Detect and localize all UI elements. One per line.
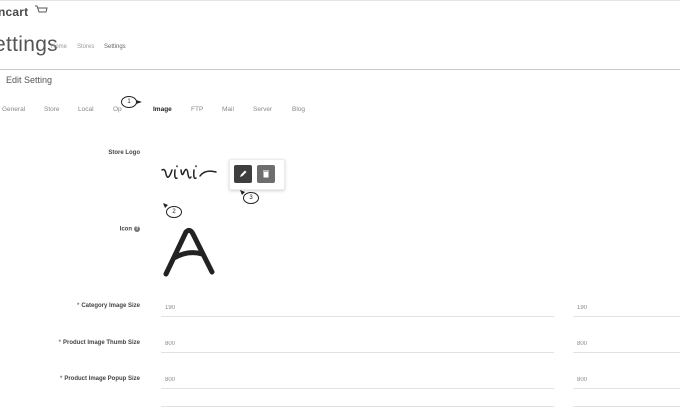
callout-1: 1 [121, 96, 137, 108]
shopping-cart-icon [35, 5, 48, 13]
tab-mail[interactable]: Mail [222, 106, 234, 113]
product-popup-size-label: Product Image Popup Size [64, 376, 140, 382]
required-asterisk: * [59, 376, 63, 382]
callout-2-arrow [163, 203, 168, 208]
tab-blog[interactable]: Blog [292, 106, 305, 113]
delete-image-button[interactable] [257, 165, 275, 183]
category-image-height-input[interactable] [573, 299, 680, 317]
header-divider [0, 69, 680, 70]
icon-image[interactable] [162, 226, 218, 283]
trash-icon [263, 170, 269, 178]
tab-local[interactable]: Local [78, 106, 94, 113]
tab-general[interactable]: General [2, 106, 25, 113]
product-popup-size-label-row: * Product Image Popup Size [0, 376, 140, 382]
tab-option[interactable]: Op [113, 106, 122, 113]
image-popover [229, 159, 285, 190]
category-image-size-label: Category Image Size [81, 303, 140, 309]
tab-server[interactable]: Server [253, 106, 272, 113]
required-asterisk: * [58, 340, 61, 346]
next-row-divider [161, 406, 554, 407]
page-title: ettings [0, 33, 58, 56]
category-image-size-label-row: * Category Image Size [0, 303, 140, 309]
breadcrumb-stores[interactable]: Stores [77, 44, 94, 50]
product-thumb-size-label-row: * Product Image Thumb Size [0, 340, 140, 346]
category-image-width-input[interactable] [161, 299, 554, 317]
tab-image[interactable]: Image [153, 106, 172, 113]
store-logo-script [161, 165, 217, 180]
icon-label-row: Icon? [0, 226, 140, 233]
question-circle-icon[interactable]: ? [134, 226, 140, 232]
store-logo-label: Store Logo [108, 150, 140, 156]
tab-store[interactable]: Store [44, 106, 60, 113]
product-popup-width-input[interactable] [161, 371, 554, 389]
icon-label: Icon [119, 226, 132, 233]
pencil-icon [240, 170, 247, 177]
top-border [0, 0, 680, 1]
breadcrumb-home[interactable]: Home [51, 44, 67, 50]
callout-3-arrow [240, 190, 245, 195]
panel-heading: Edit Setting [6, 75, 53, 85]
icon-letter-a [163, 227, 215, 277]
tab-ftp[interactable]: FTP [191, 106, 203, 113]
product-thumb-width-input[interactable] [161, 335, 554, 353]
brand-logo[interactable]: ncart [0, 5, 28, 19]
edit-image-button[interactable] [234, 165, 252, 183]
next-row-divider-right [573, 406, 680, 407]
product-thumb-height-input[interactable] [573, 335, 680, 353]
callout-1-arrow [136, 100, 142, 104]
product-popup-height-input[interactable] [573, 371, 680, 389]
product-thumb-size-label: Product Image Thumb Size [62, 340, 140, 346]
store-logo-image[interactable] [160, 160, 218, 193]
required-asterisk: * [76, 303, 80, 309]
breadcrumb-settings[interactable]: Settings [104, 44, 126, 50]
